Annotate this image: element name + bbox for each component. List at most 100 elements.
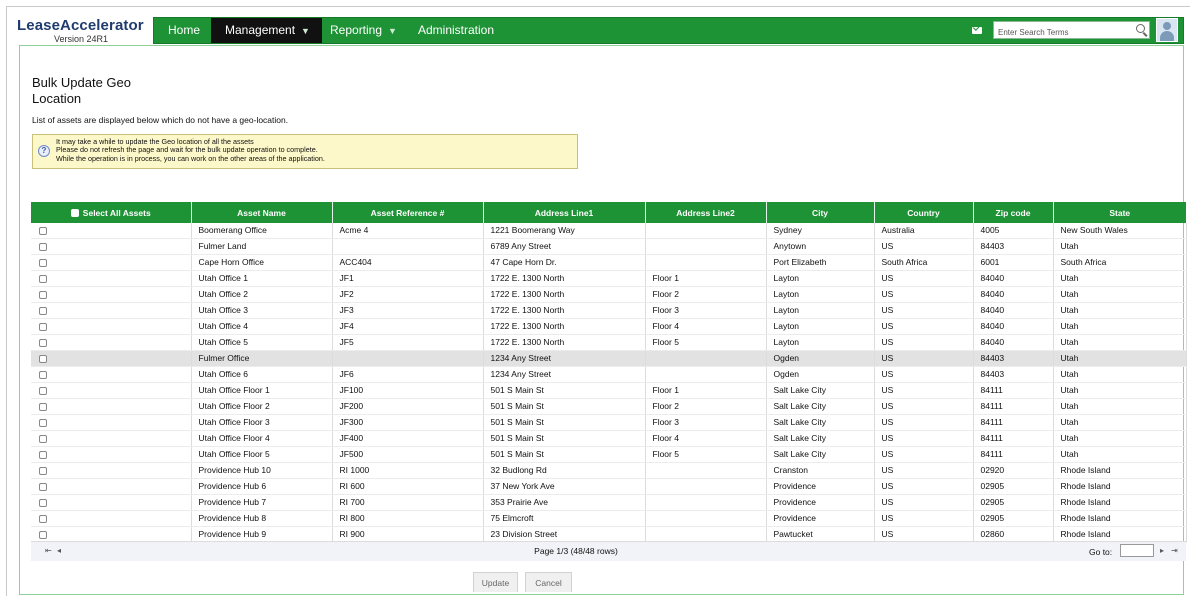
row-checkbox[interactable] <box>39 386 47 395</box>
app-logo[interactable]: LeaseAccelerator Version 24R1 <box>17 17 152 47</box>
row-select-cell[interactable] <box>31 286 192 303</box>
next-page-button[interactable]: ▸ <box>1160 546 1164 555</box>
table-row[interactable]: Providence Hub 7 RI 700 353 Prairie Ave Pro… <box>31 494 1187 511</box>
table-cell: Australia <box>874 223 974 239</box>
select-all-header[interactable]: Select All Assets <box>31 202 192 223</box>
table-row[interactable]: Boomerang Office Acme 4 1221 Boomerang Way… <box>31 223 1187 239</box>
row-checkbox[interactable] <box>39 322 47 331</box>
row-checkbox[interactable] <box>39 450 47 459</box>
goto-page-input[interactable] <box>1120 544 1154 557</box>
row-checkbox[interactable] <box>39 226 47 235</box>
table-cell: US <box>874 462 974 479</box>
row-select-cell[interactable] <box>31 302 192 319</box>
table-row[interactable]: Fulmer Land 6789 Any Street Anytown US 84403… <box>31 238 1187 255</box>
avatar-body <box>1160 31 1174 41</box>
row-checkbox[interactable] <box>39 242 47 251</box>
cancel-button[interactable]: Cancel <box>525 572 572 592</box>
mail-icon[interactable] <box>972 27 982 34</box>
table-cell: 6789 Any Street <box>483 238 646 255</box>
row-checkbox[interactable] <box>39 306 47 315</box>
nav-management[interactable]: Management ▼ <box>211 18 322 43</box>
row-checkbox[interactable] <box>39 482 47 491</box>
table-row[interactable]: Utah Office 6 JF6 1234 Any Street Ogden US 84… <box>31 366 1187 383</box>
table-row[interactable]: Cape Horn Office ACC404 47 Cape Horn Dr. Po… <box>31 254 1187 271</box>
user-avatar-icon[interactable] <box>1156 18 1178 42</box>
column-header[interactable]: Address Line2 <box>645 202 767 223</box>
table-cell: 501 S Main St <box>483 446 646 463</box>
table-cell: Rhode Island <box>1053 494 1187 511</box>
table-row[interactable]: Utah Office 2 JF2 1722 E. 1300 North Floor … <box>31 286 1187 303</box>
row-select-cell[interactable] <box>31 462 192 479</box>
nav-administration[interactable]: Administration <box>404 18 508 43</box>
row-select-cell[interactable] <box>31 414 192 431</box>
column-header[interactable]: Asset Reference # <box>332 202 484 223</box>
column-header[interactable]: Zip code <box>973 202 1054 223</box>
page-description: List of assets are displayed below which… <box>32 115 289 125</box>
table-cell: US <box>874 494 974 511</box>
row-checkbox[interactable] <box>39 434 47 443</box>
row-select-cell[interactable] <box>31 334 192 351</box>
row-select-cell[interactable] <box>31 398 192 415</box>
table-row[interactable]: Utah Office Floor 4 JF400 501 S Main St Flo… <box>31 430 1187 447</box>
search-field[interactable] <box>993 21 1150 41</box>
table-cell: Cape Horn Office <box>191 254 333 271</box>
select-all-checkbox[interactable] <box>70 208 79 217</box>
column-header[interactable]: City <box>766 202 875 223</box>
row-checkbox[interactable] <box>39 338 47 347</box>
last-page-button[interactable]: ⇥ <box>1171 546 1178 555</box>
table-row[interactable]: Utah Office 1 JF1 1722 E. 1300 North Floor … <box>31 270 1187 287</box>
update-button[interactable]: Update <box>473 572 518 592</box>
row-select-cell[interactable] <box>31 350 192 367</box>
row-checkbox[interactable] <box>39 530 47 539</box>
row-checkbox[interactable] <box>39 514 47 523</box>
row-select-cell[interactable] <box>31 254 192 271</box>
column-header[interactable]: Country <box>874 202 974 223</box>
table-cell: Layton <box>766 302 875 319</box>
row-checkbox[interactable] <box>39 274 47 283</box>
row-checkbox[interactable] <box>39 418 47 427</box>
table-cell <box>645 238 767 255</box>
table-row[interactable]: Fulmer Office 1234 Any Street Ogden US 84403… <box>31 350 1187 367</box>
table-row[interactable]: Utah Office Floor 2 JF200 501 S Main St Flo… <box>31 398 1187 415</box>
row-select-cell[interactable] <box>31 238 192 255</box>
row-checkbox[interactable] <box>39 258 47 267</box>
row-checkbox[interactable] <box>39 354 47 363</box>
table-cell <box>645 478 767 495</box>
table-cell: 84403 <box>973 238 1054 255</box>
table-row[interactable]: Providence Hub 6 RI 600 37 New York Ave Pro… <box>31 478 1187 495</box>
search-input[interactable] <box>994 24 1132 41</box>
row-select-cell[interactable] <box>31 223 192 239</box>
table-cell: Floor 1 <box>645 382 767 399</box>
column-header[interactable]: Asset Name <box>191 202 333 223</box>
row-select-cell[interactable] <box>31 270 192 287</box>
row-select-cell[interactable] <box>31 366 192 383</box>
column-header[interactable]: State <box>1053 202 1186 223</box>
table-cell: Utah <box>1053 238 1187 255</box>
row-select-cell[interactable] <box>31 494 192 511</box>
row-select-cell[interactable] <box>31 478 192 495</box>
table-cell: ACC404 <box>332 254 484 271</box>
table-row[interactable]: Utah Office Floor 3 JF300 501 S Main St Flo… <box>31 414 1187 431</box>
table-row[interactable]: Utah Office Floor 1 JF100 501 S Main St Flo… <box>31 382 1187 399</box>
nav-reporting[interactable]: Reporting ▼ <box>316 18 411 43</box>
row-checkbox[interactable] <box>39 402 47 411</box>
row-checkbox[interactable] <box>39 370 47 379</box>
column-header[interactable]: Address Line1 <box>483 202 646 223</box>
search-icon[interactable] <box>1136 24 1145 33</box>
row-select-cell[interactable] <box>31 446 192 463</box>
row-select-cell[interactable] <box>31 510 192 527</box>
table-row[interactable]: Providence Hub 8 RI 800 75 Elmcroft Provide… <box>31 510 1187 527</box>
row-select-cell[interactable] <box>31 382 192 399</box>
row-checkbox[interactable] <box>39 290 47 299</box>
table-row[interactable]: Utah Office 5 JF5 1722 E. 1300 North Floor … <box>31 334 1187 351</box>
table-row[interactable]: Utah Office Floor 5 JF500 501 S Main St Flo… <box>31 446 1187 463</box>
row-select-cell[interactable] <box>31 318 192 335</box>
row-select-cell[interactable] <box>31 430 192 447</box>
table-row[interactable]: Utah Office 4 JF4 1722 E. 1300 North Floor … <box>31 318 1187 335</box>
row-checkbox[interactable] <box>39 466 47 475</box>
table-row[interactable]: Utah Office 3 JF3 1722 E. 1300 North Floor … <box>31 302 1187 319</box>
table-row[interactable]: Providence Hub 10 RI 1000 32 Budlong Rd Cra… <box>31 462 1187 479</box>
nav-home[interactable]: Home <box>154 18 214 43</box>
row-checkbox[interactable] <box>39 498 47 507</box>
table-cell: Providence Hub 8 <box>191 510 333 527</box>
